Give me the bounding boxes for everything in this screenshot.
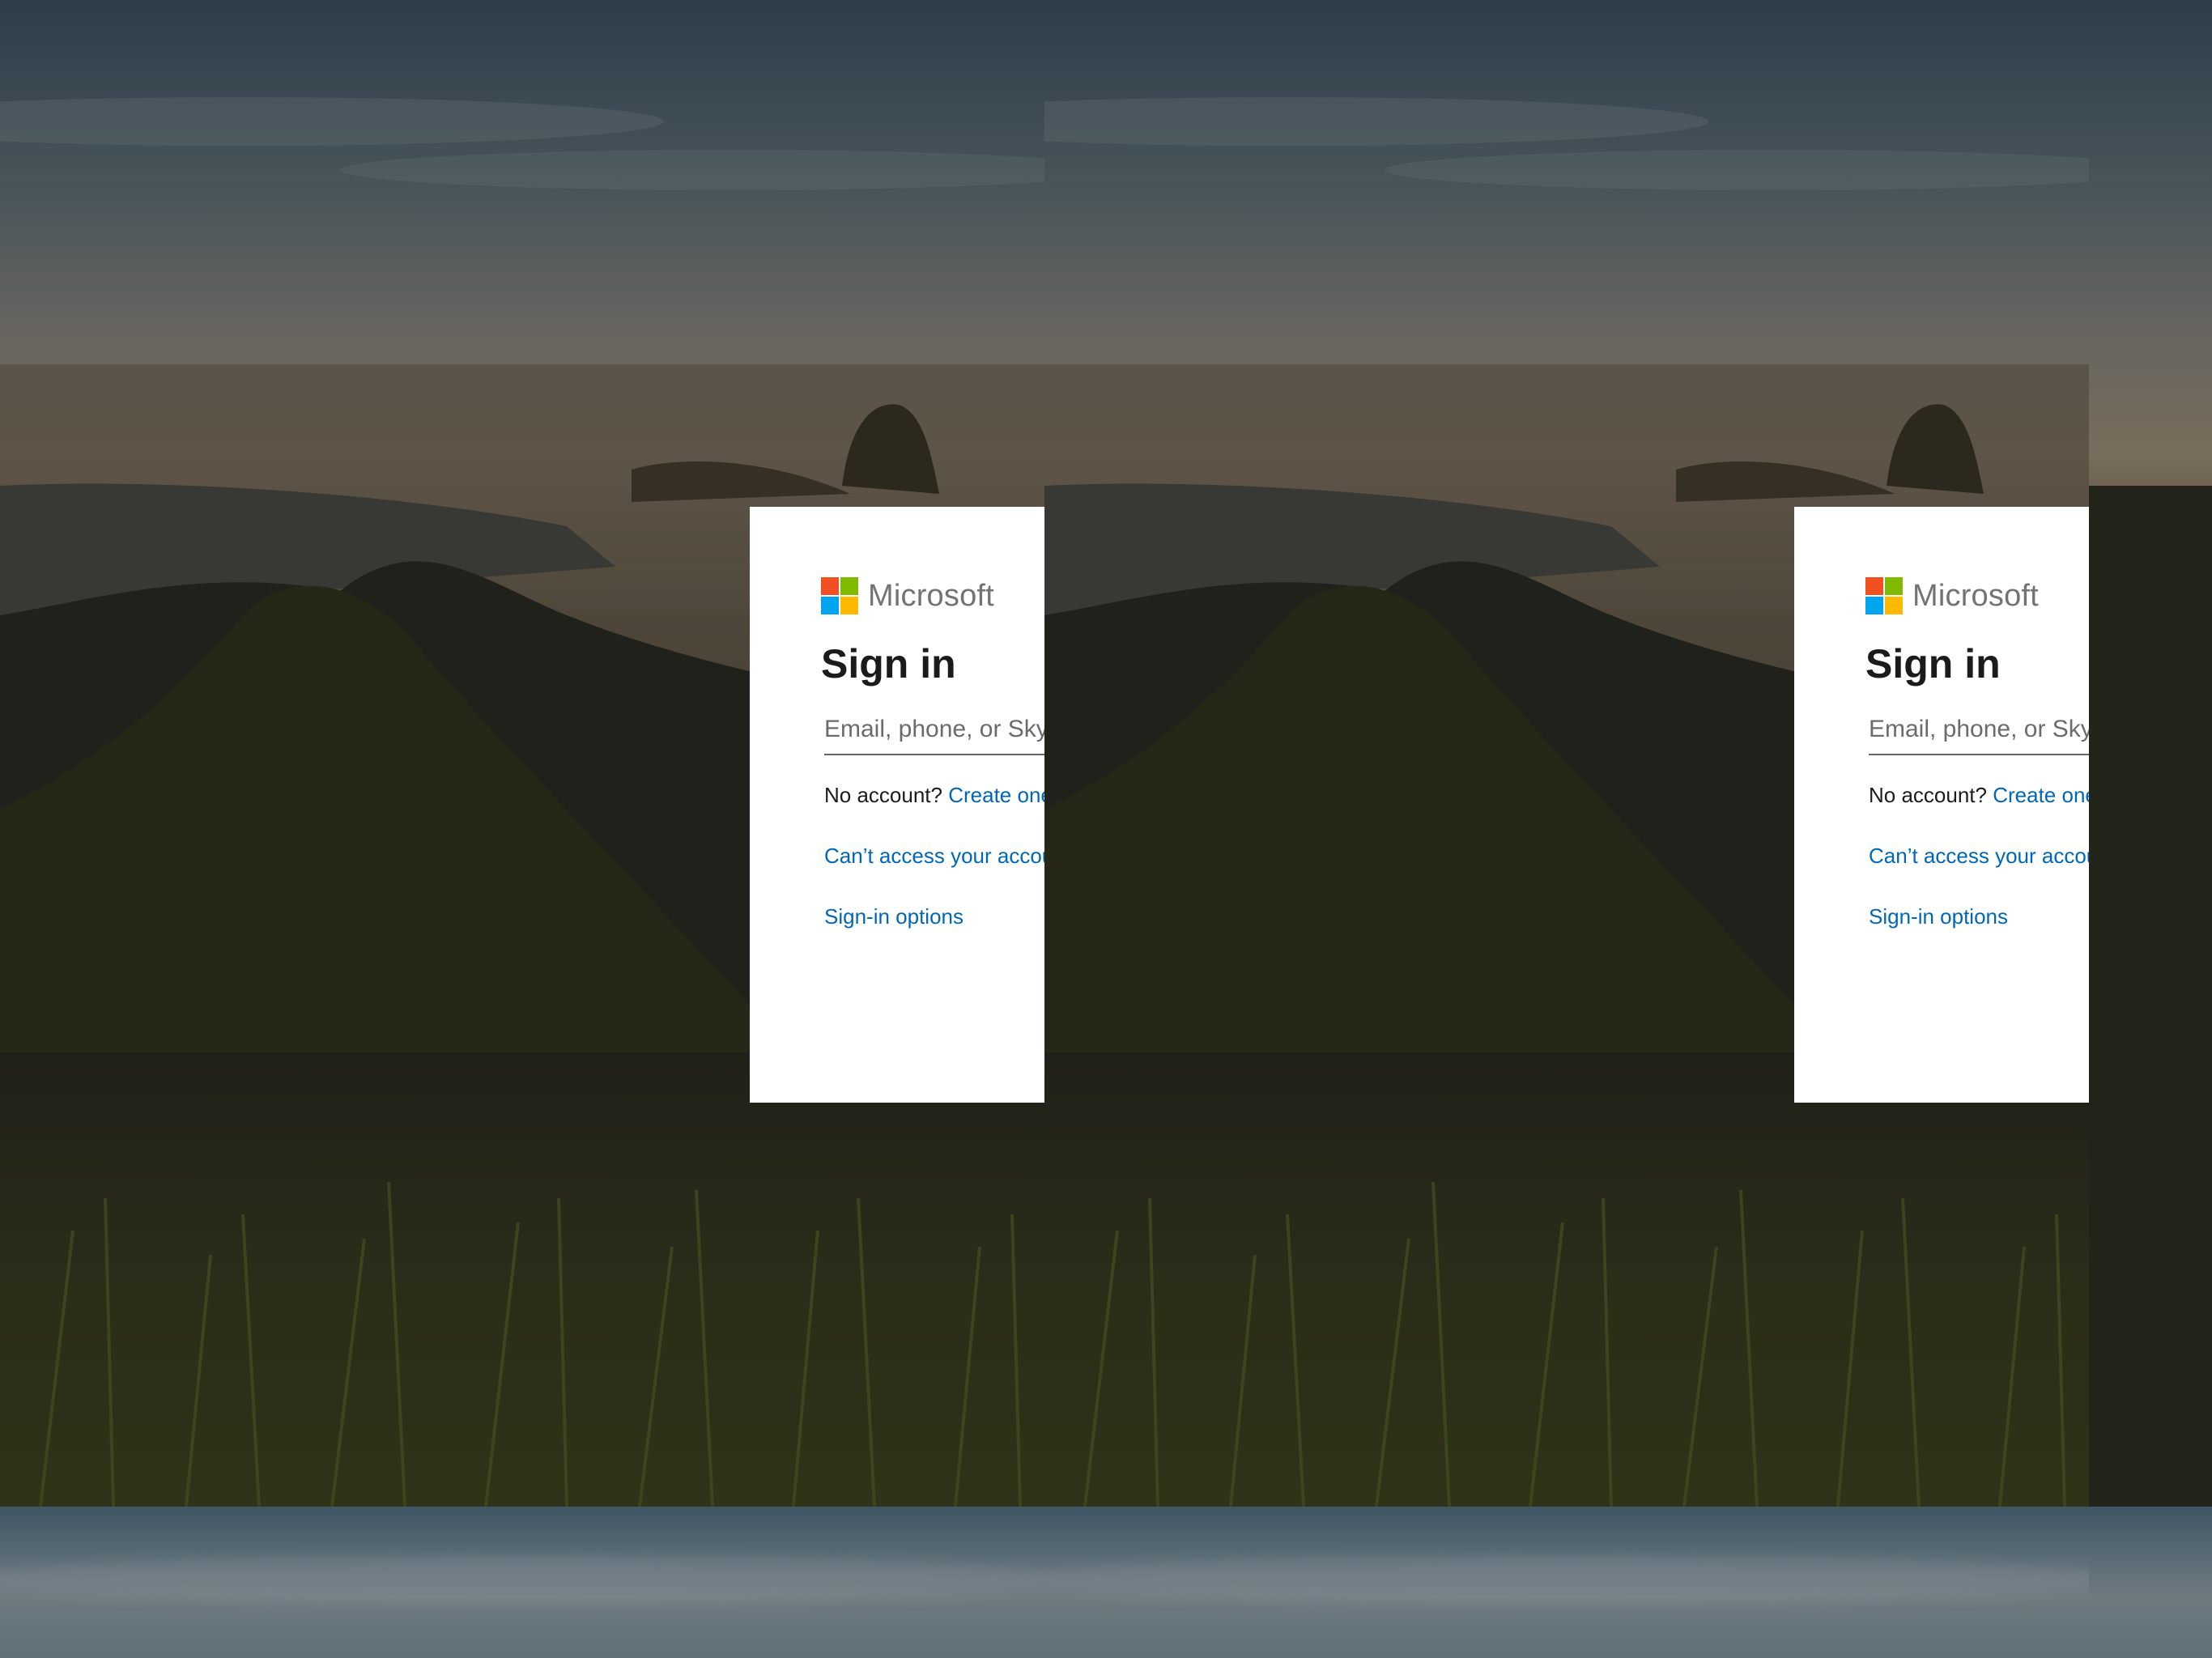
no-account-label: No account? [1869,783,1987,807]
signin-card: Microsoft Sign in No account? Create one… [1794,507,2089,1103]
background-strip-2 [1044,1507,2089,1658]
page-title: Sign in [1865,641,2001,687]
signin-options-link[interactable]: Sign-in options [824,904,963,929]
microsoft-wordmark: Microsoft [1912,578,2039,613]
microsoft-squares-icon [821,577,858,614]
email-input[interactable] [824,705,1044,755]
no-account-row: No account? Create one! [1869,783,2089,808]
background-strip-1 [0,1507,1044,1658]
signin-card: Microsoft Sign in No account? Create one… [750,507,1044,1103]
cant-access-account-link[interactable]: Can’t access your account? [824,844,1044,868]
strip-cloud [1044,1555,2089,1604]
create-account-link[interactable]: Create one! [1993,783,2089,807]
strip-cloud [0,1555,1044,1604]
no-account-label: No account? [824,783,942,807]
strip-sky [2089,1507,2212,1658]
landscape-image [2089,0,2212,1507]
microsoft-squares-icon [1865,577,1903,614]
no-account-row: No account? Create one! [824,783,1044,808]
signin-options-link[interactable]: Sign-in options [1869,904,2008,929]
create-account-link[interactable]: Create one! [948,783,1044,807]
email-input[interactable] [1869,705,2089,755]
background-landscape-3 [2089,0,2212,1507]
cant-access-account-link[interactable]: Can’t access your account? [1869,844,2089,868]
page-title: Sign in [821,641,956,687]
microsoft-wordmark: Microsoft [868,578,994,613]
microsoft-logo: Microsoft [821,576,1044,616]
background-strip-3 [2089,1507,2212,1658]
microsoft-logo: Microsoft [1865,576,2089,616]
